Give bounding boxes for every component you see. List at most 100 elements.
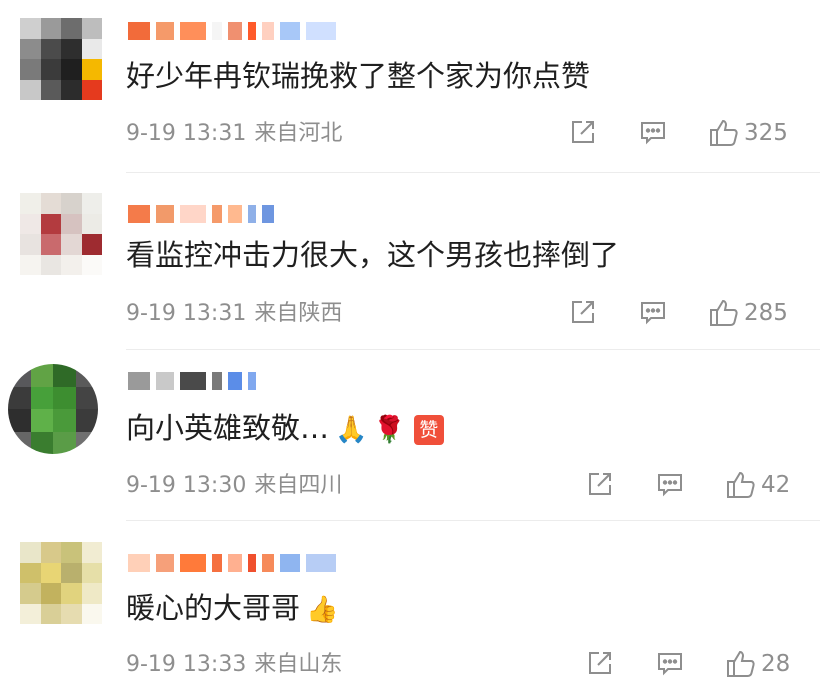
avatar-pixel <box>20 603 41 624</box>
redacted-block <box>212 372 222 390</box>
comment-actions: 285 <box>0 297 820 331</box>
like-count: 285 <box>744 300 788 326</box>
comment-button[interactable] <box>655 648 685 678</box>
redacted-block <box>156 554 174 572</box>
redacted-block <box>128 372 150 390</box>
comment-actions: 325 <box>0 117 820 151</box>
username-redacted[interactable] <box>128 550 336 576</box>
avatar-pixel <box>40 18 61 39</box>
redacted-block <box>228 372 242 390</box>
share-button[interactable] <box>585 648 615 678</box>
share-button[interactable] <box>585 469 615 499</box>
avatar-pixel <box>8 431 31 454</box>
avatar-pixel <box>81 79 102 100</box>
comment-item: 暖心的大哥哥 👍 9-19 13:33 来自山东 28 <box>0 524 820 691</box>
comment-button[interactable] <box>638 117 668 147</box>
avatar-pixel <box>30 409 53 432</box>
redacted-block <box>248 22 256 40</box>
comment-icon <box>641 302 665 325</box>
redacted-block <box>156 205 174 223</box>
comment-button[interactable] <box>638 297 668 327</box>
username-redacted[interactable] <box>128 201 274 227</box>
redacted-block <box>212 205 222 223</box>
avatar-pixel <box>20 59 41 80</box>
redacted-block <box>156 372 174 390</box>
avatar-pixel <box>75 431 98 454</box>
share-button[interactable] <box>568 117 598 147</box>
comment-text: 看监控冲击力很大，这个男孩也摔倒了 <box>126 238 620 272</box>
share-icon <box>572 121 594 143</box>
avatar-pixel <box>20 38 41 59</box>
comment-item: 向小英雄致敬… 🙏 🌹 赞 9-19 13:30 来自四川 42 <box>0 352 820 522</box>
like-count: 28 <box>761 651 791 677</box>
avatar-pixel <box>20 18 41 39</box>
avatar-pixel <box>61 234 82 255</box>
like-button[interactable]: 285 <box>708 297 788 329</box>
avatar-pixel <box>20 583 41 604</box>
share-button[interactable] <box>568 297 598 327</box>
avatar-pixel <box>40 79 61 100</box>
avatar-pixel <box>61 59 82 80</box>
avatar[interactable] <box>20 193 102 275</box>
redacted-block <box>180 372 206 390</box>
redacted-block <box>248 372 256 390</box>
redacted-block <box>248 554 256 572</box>
share-icon <box>589 473 611 495</box>
avatar-pixel <box>40 38 61 59</box>
avatar-pixel <box>20 193 41 214</box>
avatar-pixel <box>61 562 82 583</box>
redacted-block <box>228 205 242 223</box>
avatar-pixel <box>81 193 102 214</box>
avatar-pixel <box>40 562 61 583</box>
zan-sticker: 赞 <box>413 415 444 445</box>
divider <box>126 520 820 521</box>
avatar-pixel <box>53 409 76 432</box>
redacted-block <box>262 554 274 572</box>
username-redacted[interactable] <box>128 18 336 44</box>
avatar[interactable] <box>20 18 102 100</box>
redacted-block <box>306 554 336 572</box>
avatar-pixel <box>40 234 61 255</box>
comment-icon <box>658 474 682 497</box>
avatar[interactable] <box>20 542 102 624</box>
comment-item: 好少年冉钦瑞挽救了整个家为你点赞 9-19 13:31 来自河北 325 <box>0 0 820 170</box>
redacted-block <box>248 205 256 223</box>
avatar-pixel <box>61 583 82 604</box>
divider <box>126 172 820 173</box>
avatar-pixel <box>20 542 41 563</box>
avatar-pixel <box>40 603 61 624</box>
avatar-pixel <box>81 583 102 604</box>
avatar-pixel <box>8 409 31 432</box>
avatar-pixel <box>61 79 82 100</box>
pray-emoji: 🙏 <box>335 415 368 445</box>
avatar[interactable] <box>8 364 98 454</box>
comment-item: 看监控冲击力很大，这个男孩也摔倒了 9-19 13:31 来自陕西 285 <box>0 175 820 345</box>
redacted-block <box>180 205 206 223</box>
avatar-pixel <box>75 386 98 409</box>
avatar-pixel <box>61 542 82 563</box>
like-button[interactable]: 42 <box>725 469 790 501</box>
avatar-pixel <box>81 38 102 59</box>
redacted-block <box>180 554 206 572</box>
comment-actions: 28 <box>0 648 820 682</box>
avatar-pixel <box>81 213 102 234</box>
redacted-block <box>280 554 300 572</box>
rose-emoji: 🌹 <box>373 415 406 445</box>
redacted-block <box>280 22 300 40</box>
username-redacted[interactable] <box>128 368 256 394</box>
like-button[interactable]: 325 <box>708 117 788 149</box>
comment-text: 向小英雄致敬… 🙏 🌹 赞 <box>126 410 444 448</box>
avatar-pixel <box>40 59 61 80</box>
avatar-pixel <box>30 364 53 387</box>
divider <box>126 349 820 350</box>
like-button[interactable]: 28 <box>725 648 790 680</box>
redacted-block <box>156 22 174 40</box>
avatar-pixel <box>81 254 102 275</box>
comment-button[interactable] <box>655 469 685 499</box>
avatar-pixel <box>61 193 82 214</box>
avatar-pixel <box>81 234 102 255</box>
avatar-pixel <box>61 18 82 39</box>
avatar-pixel <box>40 254 61 275</box>
avatar-pixel <box>20 234 41 255</box>
comment-text: 暖心的大哥哥 👍 <box>126 591 339 625</box>
